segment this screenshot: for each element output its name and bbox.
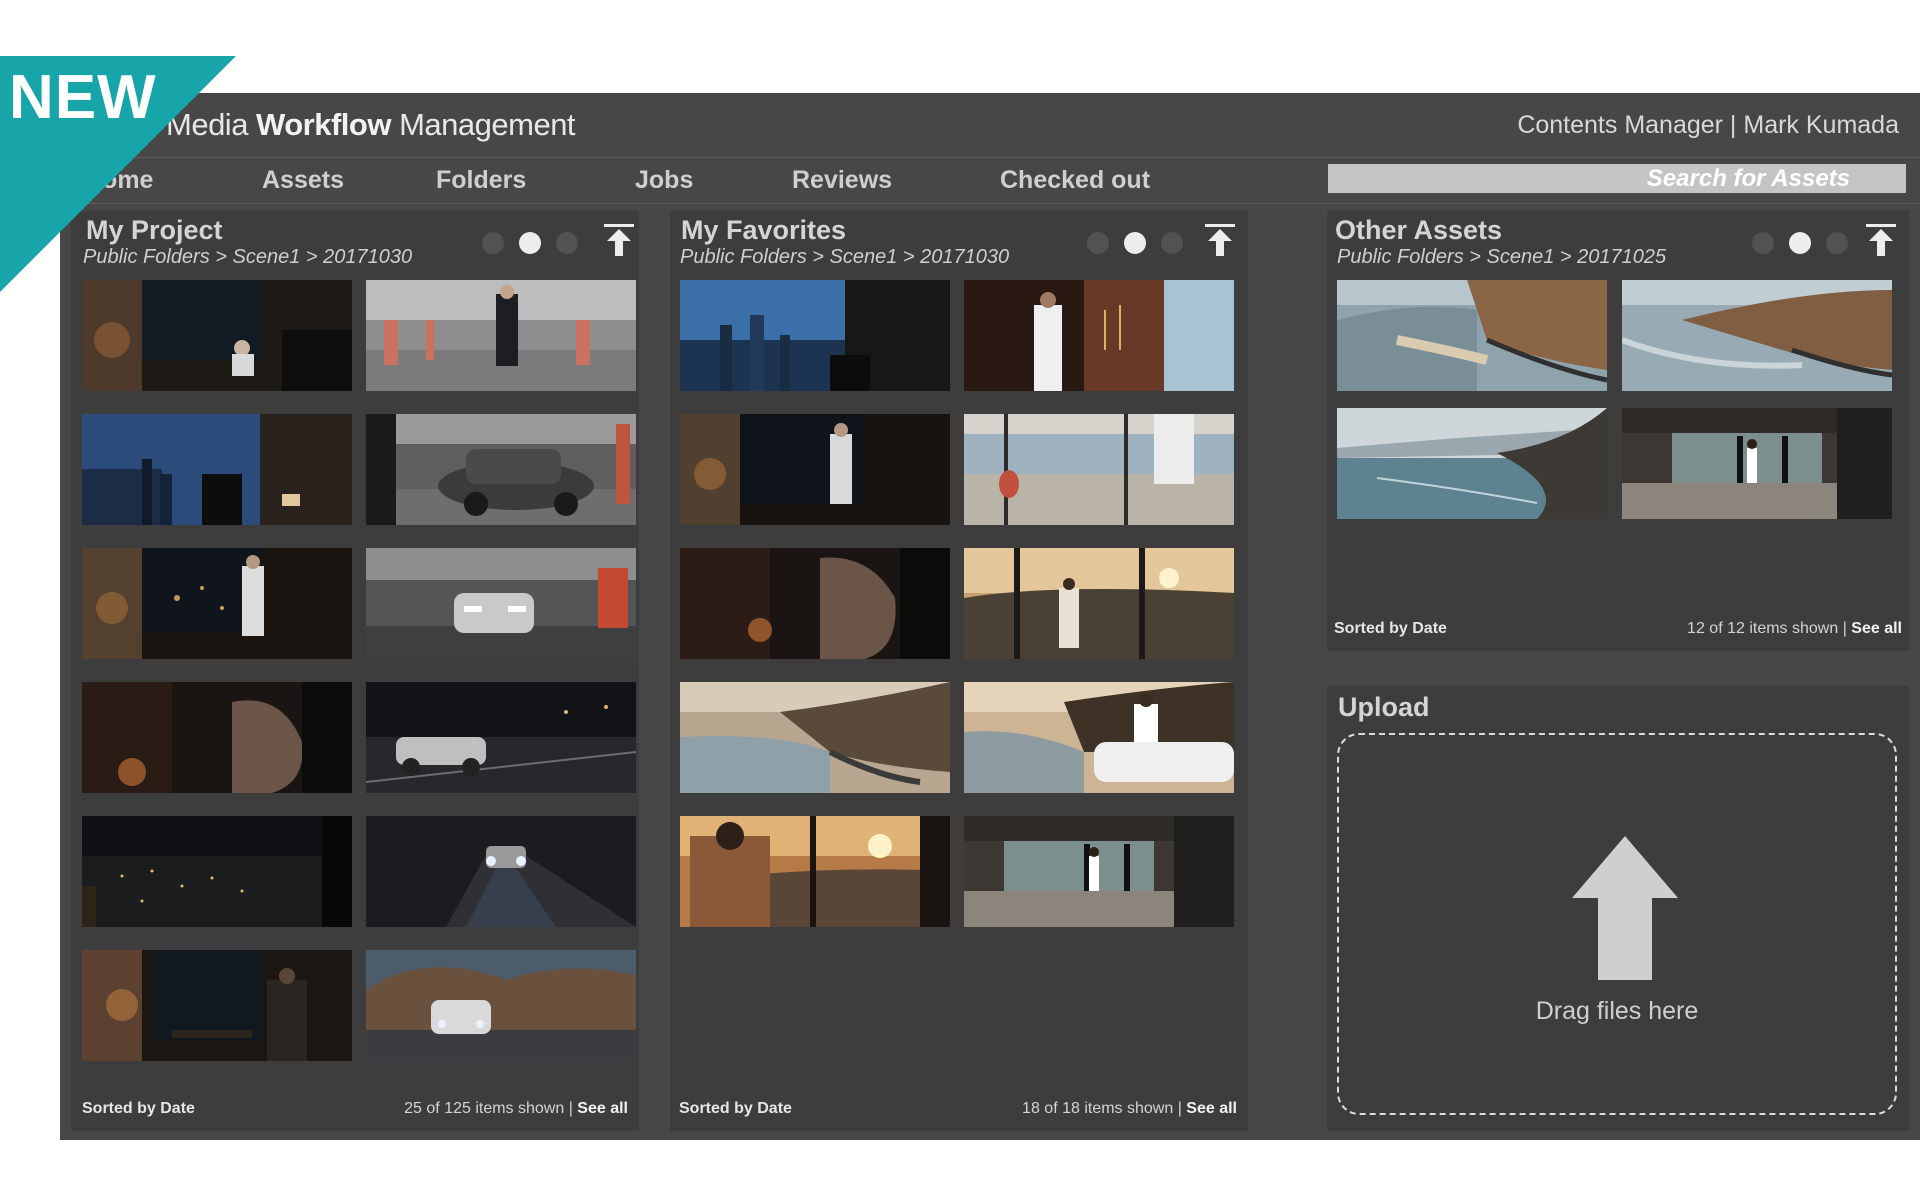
breadcrumb[interactable]: Public Folders > Scene1 > 20171025 — [1337, 246, 1666, 269]
thumbnail[interactable] — [964, 414, 1234, 525]
new-badge-label: NEW — [9, 63, 157, 132]
page-dot-3[interactable] — [556, 232, 578, 254]
see-all-link[interactable]: See all — [1851, 620, 1902, 637]
thumbnail[interactable] — [964, 280, 1234, 391]
thumbnail[interactable] — [366, 548, 636, 659]
nav-folders[interactable]: Folders — [436, 166, 526, 195]
drop-zone[interactable]: Drag files here — [1337, 733, 1897, 1115]
thumbnail[interactable] — [680, 816, 950, 927]
panel-title: My Favorites — [681, 215, 847, 245]
items-count: 25 of 125 items shown | See all — [404, 1100, 628, 1118]
sort-label[interactable]: Sorted by Date — [1334, 620, 1447, 638]
page-dot-1[interactable] — [482, 232, 504, 254]
thumbnail[interactable] — [366, 950, 636, 1061]
panel-title: Other Assets — [1335, 215, 1503, 245]
panel-title: Upload — [1338, 692, 1430, 722]
sort-label[interactable]: Sorted by Date — [679, 1100, 792, 1118]
thumbnail-grid — [680, 280, 1234, 927]
see-all-link[interactable]: See all — [1186, 1100, 1237, 1117]
thumbnail[interactable] — [366, 682, 636, 793]
nav-reviews[interactable]: Reviews — [792, 166, 892, 195]
thumbnail[interactable] — [366, 280, 636, 391]
thumbnail[interactable] — [82, 414, 352, 525]
nav-checked-out[interactable]: Checked out — [1000, 166, 1150, 195]
panel-upload: Upload Drag files here — [1327, 686, 1909, 1131]
upload-icon[interactable] — [1204, 223, 1236, 257]
thumbnail[interactable] — [82, 548, 352, 659]
upload-icon[interactable] — [1865, 223, 1897, 257]
thumbnail[interactable] — [680, 682, 950, 793]
search-input[interactable] — [1328, 164, 1906, 193]
sort-label[interactable]: Sorted by Date — [82, 1100, 195, 1118]
panel-my-project: My Project Public Folders > Scene1 > 201… — [71, 211, 639, 1131]
app-title-suffix: Management — [390, 107, 576, 142]
upload-icon[interactable] — [603, 223, 635, 257]
thumbnail[interactable] — [1337, 408, 1607, 519]
page-dot-2[interactable] — [1124, 232, 1146, 254]
items-count-text: 25 of 125 items shown | — [404, 1100, 578, 1117]
page-dot-2[interactable] — [519, 232, 541, 254]
thumbnail[interactable] — [680, 548, 950, 659]
breadcrumb[interactable]: Public Folders > Scene1 > 20171030 — [680, 246, 1009, 269]
drop-hint: Drag files here — [1535, 997, 1699, 1025]
thumbnail-grid — [82, 280, 636, 1061]
thumbnail[interactable] — [366, 414, 636, 525]
page-dot-3[interactable] — [1826, 232, 1848, 254]
thumbnail[interactable] — [964, 548, 1234, 659]
panel-my-favorites: My Favorites Public Folders > Scene1 > 2… — [670, 211, 1248, 1131]
nav-jobs[interactable]: Jobs — [635, 166, 693, 195]
page-dot-1[interactable] — [1087, 232, 1109, 254]
thumbnail[interactable] — [964, 816, 1234, 927]
app-window: Media Workflow Management Contents Manag… — [60, 93, 1920, 1140]
thumbnail[interactable] — [680, 414, 950, 525]
items-count: 12 of 12 items shown | See all — [1687, 620, 1902, 638]
thumbnail[interactable] — [366, 816, 636, 927]
thumbnail[interactable] — [1622, 408, 1892, 519]
see-all-link[interactable]: See all — [577, 1100, 628, 1117]
thumbnail[interactable] — [82, 280, 352, 391]
thumbnail[interactable] — [82, 816, 352, 927]
upload-arrow-icon — [1572, 836, 1678, 980]
page-dot-3[interactable] — [1161, 232, 1183, 254]
thumbnail-grid — [1337, 280, 1892, 519]
user-info[interactable]: Contents Manager | Mark Kumada — [1517, 111, 1899, 140]
title-bar: Media Workflow Management Contents Manag… — [60, 93, 1920, 158]
page-dot-1[interactable] — [1752, 232, 1774, 254]
thumbnail[interactable] — [964, 682, 1234, 793]
thumbnail[interactable] — [82, 950, 352, 1061]
thumbnail[interactable] — [1622, 280, 1892, 391]
app-title-bold: Workflow — [256, 107, 391, 142]
page-dot-2[interactable] — [1789, 232, 1811, 254]
items-count-text: 12 of 12 items shown | — [1687, 620, 1852, 637]
thumbnail[interactable] — [680, 280, 950, 391]
nav-assets[interactable]: Assets — [262, 166, 344, 195]
thumbnail[interactable] — [82, 682, 352, 793]
items-count-text: 18 of 18 items shown | — [1022, 1100, 1187, 1117]
panel-other-assets: Other Assets Public Folders > Scene1 > 2… — [1327, 211, 1909, 651]
thumbnail[interactable] — [1337, 280, 1607, 391]
items-count: 18 of 18 items shown | See all — [1022, 1100, 1237, 1118]
